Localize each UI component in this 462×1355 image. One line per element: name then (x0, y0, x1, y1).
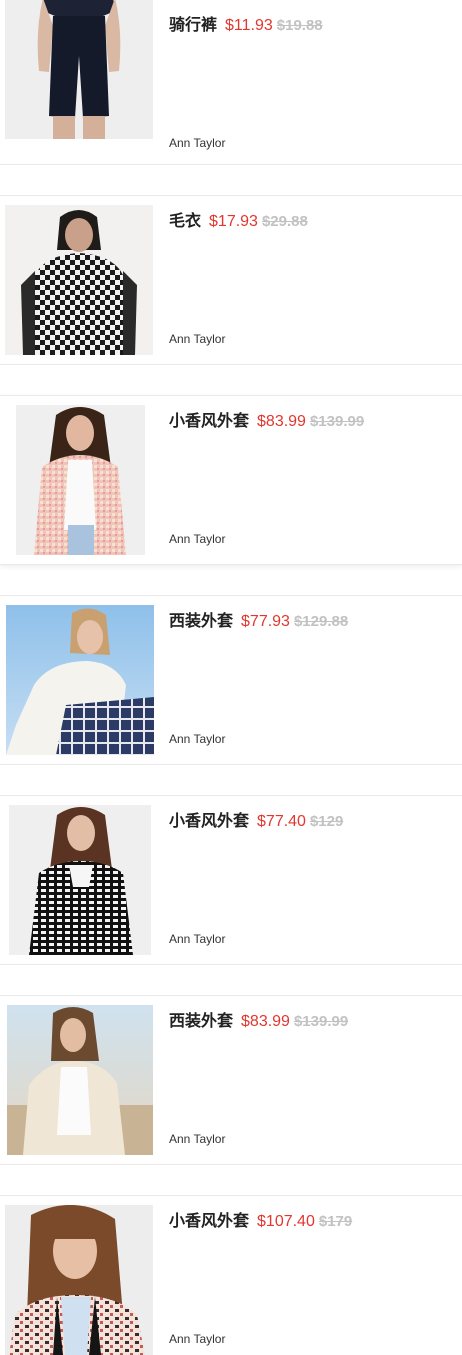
product-name[interactable]: 小香风外套 (169, 1211, 249, 1230)
product-list: 骑行裤 $11.93 $19.88 Ann Taylor 毛衣 $17.93 $… (0, 0, 462, 1355)
product-image[interactable] (5, 1205, 153, 1355)
original-price: $29.88 (261, 213, 308, 230)
title-row: 小香风外套 $83.99 $139.99 (169, 412, 364, 431)
title-row: 小香风外套 $107.40 $179 (169, 1212, 352, 1231)
original-price: $129.88 (293, 613, 349, 630)
brand-name: Ann Taylor (169, 1132, 226, 1146)
product-image[interactable] (5, 205, 153, 355)
brand-name: Ann Taylor (169, 1332, 226, 1346)
product-card[interactable]: 西装外套 $83.99 $139.99 Ann Taylor (0, 995, 462, 1165)
sale-price: $107.40 (257, 1213, 315, 1230)
brand-name: Ann Taylor (169, 136, 226, 150)
product-name[interactable]: 小香风外套 (169, 411, 249, 430)
product-image[interactable] (16, 405, 145, 555)
brand-name: Ann Taylor (169, 332, 226, 346)
sale-price: $77.93 (241, 613, 290, 630)
title-row: 西装外套 $83.99 $139.99 (169, 1012, 348, 1031)
product-image[interactable] (7, 1005, 153, 1155)
product-image[interactable] (9, 805, 151, 955)
sale-price: $77.40 (257, 813, 306, 830)
original-price: $139.99 (309, 413, 365, 430)
title-row: 小香风外套 $77.40 $129 (169, 812, 343, 831)
product-card[interactable]: 毛衣 $17.93 $29.88 Ann Taylor (0, 195, 462, 365)
product-name[interactable]: 毛衣 (169, 211, 201, 230)
product-name[interactable]: 西装外套 (169, 611, 233, 630)
original-price: $139.99 (293, 1013, 349, 1030)
title-row: 毛衣 $17.93 $29.88 (169, 212, 308, 231)
brand-name: Ann Taylor (169, 932, 226, 946)
original-price: $129 (309, 813, 344, 830)
original-price: $19.88 (276, 17, 323, 34)
product-image[interactable] (5, 0, 153, 139)
product-name[interactable]: 小香风外套 (169, 811, 249, 830)
product-card[interactable]: 西装外套 $77.93 $129.88 Ann Taylor (0, 595, 462, 765)
product-card[interactable]: 骑行裤 $11.93 $19.88 Ann Taylor (0, 0, 462, 165)
product-card[interactable]: 小香风外套 $107.40 $179 Ann Taylor (0, 1195, 462, 1355)
brand-name: Ann Taylor (169, 532, 226, 546)
product-card[interactable]: 小香风外套 $83.99 $139.99 Ann Taylor (0, 395, 462, 565)
product-name[interactable]: 西装外套 (169, 1011, 233, 1030)
original-price: $179 (318, 1213, 353, 1230)
product-name[interactable]: 骑行裤 (169, 15, 217, 34)
sale-price: $83.99 (257, 413, 306, 430)
product-card[interactable]: 小香风外套 $77.40 $129 Ann Taylor (0, 795, 462, 965)
title-row: 骑行裤 $11.93 $19.88 (169, 16, 323, 35)
sale-price: $17.93 (209, 213, 258, 230)
sale-price: $83.99 (241, 1013, 290, 1030)
title-row: 西装外套 $77.93 $129.88 (169, 612, 348, 631)
brand-name: Ann Taylor (169, 732, 226, 746)
product-image[interactable] (6, 605, 154, 755)
sale-price: $11.93 (225, 17, 273, 34)
